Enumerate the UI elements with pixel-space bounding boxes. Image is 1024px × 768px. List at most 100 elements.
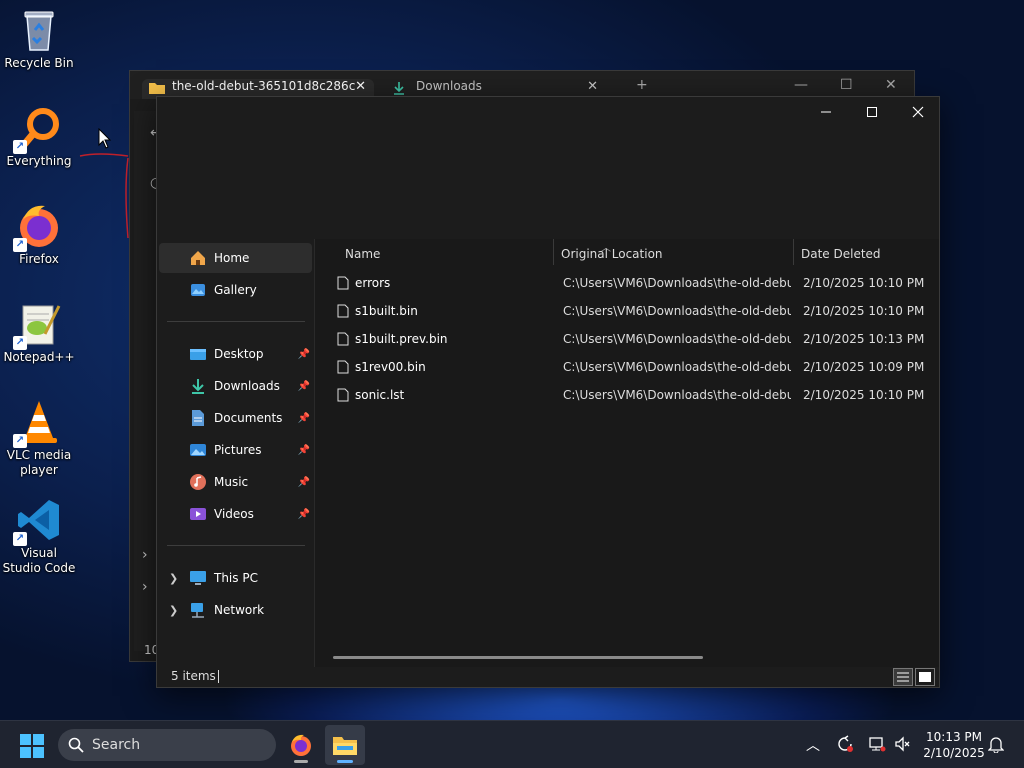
close-tab-icon[interactable]: ✕ [587,79,598,94]
minimize-icon [821,111,831,113]
pin-icon[interactable]: 📌 [298,349,310,360]
chevron-right-icon[interactable]: ❯ [169,604,178,617]
file-original-location: C:\Users\VM6\Downloads\the-old-debut... [563,360,791,374]
volume-muted-icon[interactable] [894,735,912,757]
file-name: s1built.bin [355,304,418,318]
chevron-right-icon[interactable]: › [142,547,148,563]
desktop-icon-vscode[interactable]: ↗ Visual Studio Code [2,496,76,576]
shortcut-arrow-icon: ↗ [13,140,27,154]
notepad-plus-plus-icon: ↗ [13,300,63,350]
nav-item-label: Network [214,603,265,617]
maximize-icon[interactable]: ☐ [840,77,853,93]
file-date-deleted: 2/10/2025 10:10 PM [803,304,925,318]
file-explorer-icon [333,737,357,755]
desktop-icon-recycle-bin[interactable]: Recycle Bin [2,6,76,71]
desktop-icon-notepad-plus-plus[interactable]: ↗ Notepad++ [2,300,76,365]
nav-item-network[interactable]: ❯ Network [159,595,312,625]
close-button[interactable] [895,97,941,127]
pin-icon[interactable]: 📌 [298,477,310,488]
network-status-icon[interactable] [868,735,886,757]
taskbar-search-box[interactable]: Search [58,729,276,761]
taskbar-file-explorer-button[interactable] [325,725,365,765]
chevron-right-icon[interactable]: › [142,579,148,595]
desktop-icon-label: VLC media player [6,448,72,477]
column-separator[interactable] [553,239,554,265]
file-icon [337,304,349,318]
file-list: ︿ Name Original Location Date Deleted er… [315,239,939,667]
taskbar: Search ︿ 10:13 PM 2/10/2025 [0,720,1024,768]
minimize-icon[interactable]: — [794,77,808,93]
documents-folder-icon [189,409,207,427]
column-header-original-location[interactable]: Original Location [561,239,663,269]
pin-icon[interactable]: 📌 [298,445,310,456]
file-original-location: C:\Users\VM6\Downloads\the-old-debut... [563,304,791,318]
desktop-icon-everything[interactable]: ↗ Everything [2,104,76,169]
details-view-button[interactable] [893,668,913,686]
nav-item-home[interactable]: Home [159,243,312,273]
minimize-button[interactable] [803,97,849,127]
nav-item-this-pc[interactable]: ❯ This PC [159,563,312,593]
file-original-location: C:\Users\VM6\Downloads\the-old-debut... [563,276,791,290]
nav-item-label: Home [214,251,250,265]
table-row[interactable]: s1rev00.bin C:\Users\VM6\Downloads\the-o… [323,353,933,381]
new-tab-button[interactable]: + [636,77,648,93]
chevron-right-icon[interactable]: ❯ [169,572,178,585]
table-row[interactable]: s1built.bin C:\Users\VM6\Downloads\the-o… [323,297,933,325]
nav-item-videos[interactable]: Videos 📌 [159,499,312,529]
table-row[interactable]: errors C:\Users\VM6\Downloads\the-old-de… [323,269,933,297]
chevron-up-icon[interactable]: ︿ [806,735,820,755]
column-header-date-deleted[interactable]: Date Deleted [801,239,881,269]
pin-icon[interactable]: 📌 [298,413,310,424]
notification-bell-icon[interactable] [987,735,1005,757]
start-button[interactable] [20,734,44,761]
nav-item-music[interactable]: Music 📌 [159,467,312,497]
system-clock[interactable]: 10:13 PM 2/10/2025 [918,729,990,761]
file-date-deleted: 2/10/2025 10:10 PM [803,388,925,402]
column-separator[interactable] [793,239,794,265]
videos-folder-icon [189,505,207,523]
horizontal-scrollbar[interactable] [333,656,703,659]
vscode-icon: ↗ [13,496,63,546]
nav-item-label: Pictures [214,443,262,457]
file-date-deleted: 2/10/2025 10:13 PM [803,332,925,346]
nav-item-documents[interactable]: Documents 📌 [159,403,312,433]
home-icon [189,249,207,267]
close-tab-icon[interactable]: ✕ [355,79,366,94]
nav-item-downloads[interactable]: Downloads 📌 [159,371,312,401]
table-row[interactable]: sonic.lst C:\Users\VM6\Downloads\the-old… [323,381,933,409]
table-row[interactable]: s1built.prev.bin C:\Users\VM6\Downloads\… [323,325,933,353]
nav-separator [167,321,305,322]
nav-item-label: Music [214,475,249,489]
sync-icon[interactable] [836,735,854,757]
maximize-button[interactable] [849,97,895,127]
close-icon[interactable]: ✕ [885,77,897,93]
details-view-icon [897,672,909,682]
recycle-bin-window[interactable]: Home Gallery Desktop 📌 Downloads 📌 Docum… [156,96,940,688]
clock-date: 2/10/2025 [923,746,985,760]
recycle-bin-icon [15,6,63,54]
desktop-icon-firefox[interactable]: ↗ Firefox [2,202,76,267]
nav-item-gallery[interactable]: Gallery [159,275,312,305]
gallery-icon [189,281,207,299]
nav-item-pictures[interactable]: Pictures 📌 [159,435,312,465]
desktop-icon-vlc[interactable]: ↗ VLC media player [2,398,76,478]
nav-item-label: Gallery [214,283,257,297]
file-original-location: C:\Users\VM6\Downloads\the-old-debut... [563,388,791,402]
this-pc-icon [189,569,207,587]
nav-item-label: Documents [214,411,283,425]
desktop-icon-label: Recycle Bin [4,56,74,70]
active-indicator [337,760,353,763]
taskbar-firefox-button[interactable] [281,725,321,765]
large-icons-view-button[interactable] [915,668,935,686]
file-icon [337,388,349,402]
column-header-name[interactable]: Name [345,239,380,269]
pin-icon[interactable]: 📌 [298,509,310,520]
file-name: s1rev00.bin [355,360,426,374]
nav-item-label: This PC [214,571,258,585]
background-tab-label: Downloads [416,79,482,93]
shortcut-arrow-icon: ↗ [13,336,27,350]
pin-icon[interactable]: 📌 [298,381,310,392]
file-icon [337,360,349,374]
navigation-pane: Home Gallery Desktop 📌 Downloads 📌 Docum… [157,239,314,667]
nav-item-desktop[interactable]: Desktop 📌 [159,339,312,369]
